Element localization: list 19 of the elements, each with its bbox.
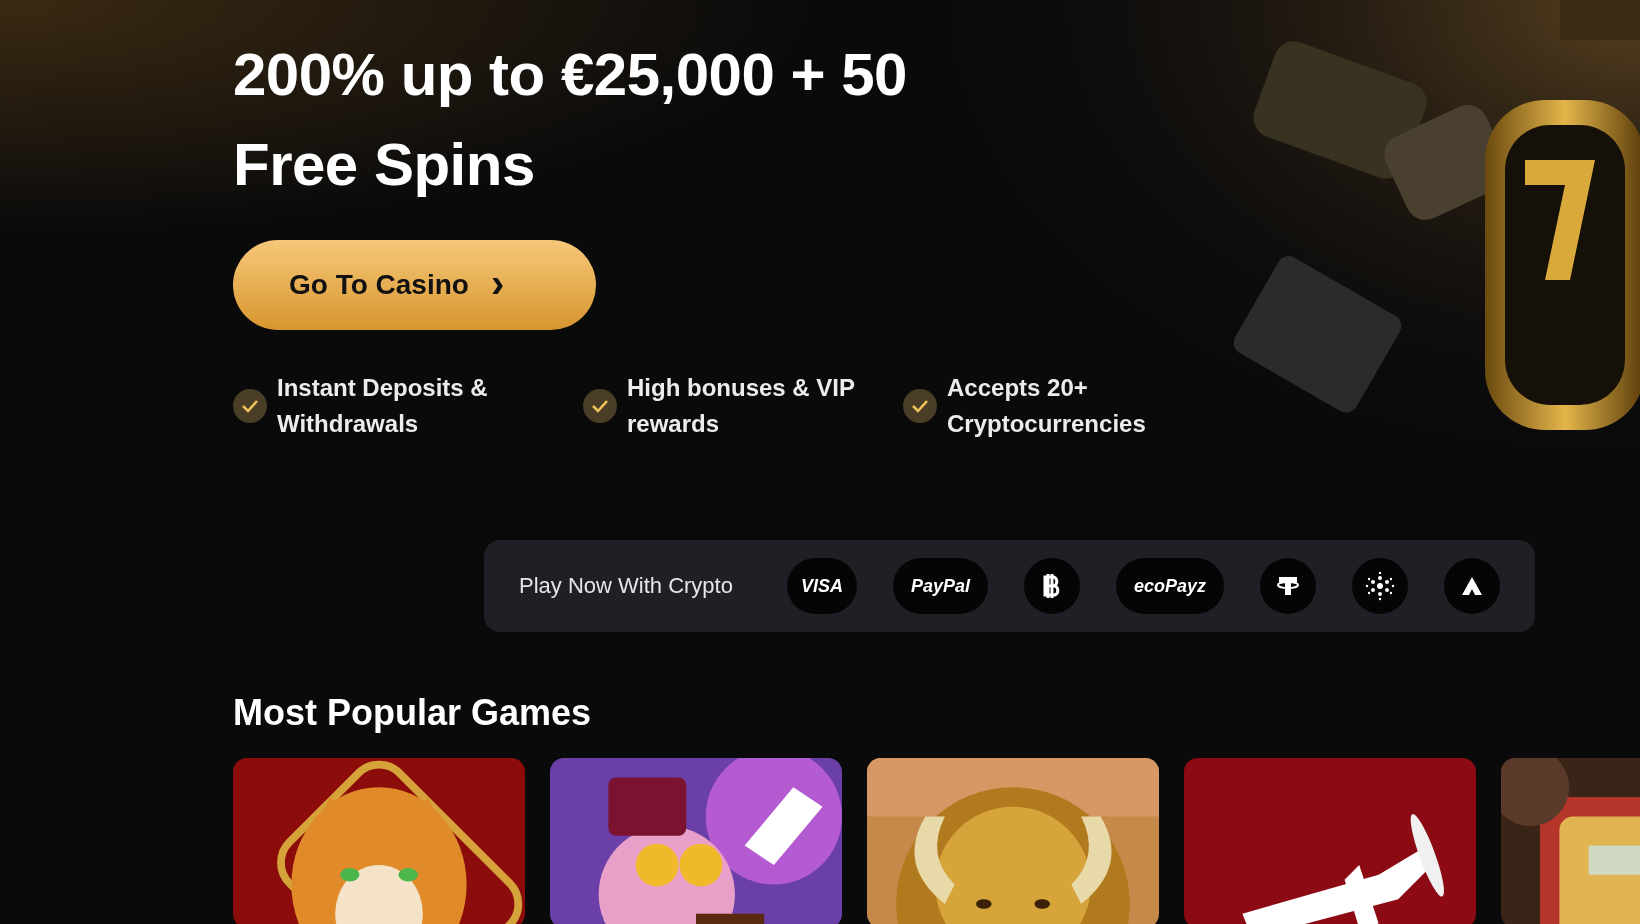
triangle-icon <box>1461 576 1483 596</box>
payment-label: Play Now With Crypto <box>519 573 734 599</box>
section-heading: Most Popular Games <box>233 691 593 735</box>
check-icon <box>583 389 617 423</box>
feature-text: Accepts 20+ Cryptocurrencies <box>947 373 1147 439</box>
payment-logo[interactable]: VISA <box>786 558 857 614</box>
payment-chip[interactable] <box>1352 558 1408 614</box>
feature-text: Instant Deposits & Withdrawals <box>277 373 489 439</box>
check-icon <box>903 389 937 423</box>
promo-title: 200% up to €25,000 + 50 Free Spins <box>233 40 908 200</box>
tether-icon <box>1276 574 1300 598</box>
check-icon <box>233 389 267 423</box>
payment-logo[interactable]: ecoPayz <box>1115 558 1224 614</box>
payment-chip[interactable] <box>1260 558 1316 614</box>
payment-logo[interactable]: PayPal <box>892 558 988 614</box>
go-to-casino-button[interactable]: Go To Casino › <box>233 240 596 330</box>
cardano-icon <box>1365 571 1395 601</box>
feature-text: High bonuses & VIP rewards <box>627 373 856 439</box>
payment-chip[interactable] <box>1444 558 1500 614</box>
